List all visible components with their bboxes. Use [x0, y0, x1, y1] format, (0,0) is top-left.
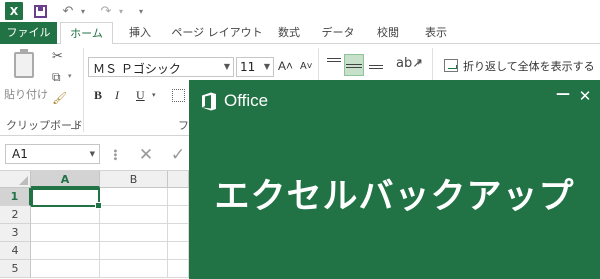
- office-splash-panel: Office — ✕ エクセルバックアップ: [189, 80, 600, 279]
- orientation-icon[interactable]: ab↗: [396, 56, 423, 72]
- cell-a5[interactable]: [31, 260, 100, 278]
- copy-dropdown-icon[interactable]: ▾: [68, 72, 72, 80]
- cell-c4[interactable]: [168, 242, 189, 260]
- paste-button[interactable]: 貼り付け: [4, 48, 48, 112]
- grow-font-icon[interactable]: A˄: [278, 59, 294, 75]
- grow-font-label: A: [278, 59, 287, 73]
- cell-c1[interactable]: [168, 188, 189, 206]
- minimize-icon[interactable]: —: [556, 87, 570, 103]
- save-icon[interactable]: [32, 2, 48, 20]
- clipboard-launcher-icon[interactable]: [71, 121, 79, 129]
- font-size-select[interactable]: 11 ▼: [236, 57, 274, 77]
- chevron-down-icon: ▼: [263, 62, 270, 71]
- name-box-value: A1: [12, 147, 28, 161]
- wrap-text-label: 折り返して全体を表示する: [463, 60, 595, 73]
- ribbon-tabs: ファイル ホーム 挿入 ページ レイアウト 数式 データ 校閲 表示: [0, 22, 600, 45]
- wrap-text-icon: [444, 59, 458, 72]
- align-middle-icon[interactable]: [344, 54, 364, 76]
- close-icon[interactable]: ✕: [578, 89, 592, 104]
- cell-c3[interactable]: [168, 224, 189, 242]
- italic-button[interactable]: I: [115, 88, 129, 103]
- row-header-2[interactable]: 2: [0, 206, 31, 224]
- cell-b4[interactable]: [100, 242, 168, 260]
- redo-icon[interactable]: ↷: [98, 2, 114, 20]
- row-header-5[interactable]: 5: [0, 260, 31, 278]
- tab-view[interactable]: 表示: [418, 22, 454, 44]
- borders-icon[interactable]: [172, 89, 185, 102]
- quick-access-toolbar: X ↶ ▾ ↷ ▾ ▾: [0, 0, 600, 22]
- excel-logo-icon[interactable]: X: [5, 2, 23, 20]
- column-header-b[interactable]: B: [100, 171, 168, 188]
- orientation-dropdown-icon[interactable]: ▾: [417, 59, 421, 67]
- tab-insert[interactable]: 挿入: [118, 22, 162, 44]
- cancel-icon[interactable]: ✕: [136, 145, 156, 165]
- tab-data[interactable]: データ: [316, 22, 360, 44]
- tab-file[interactable]: ファイル: [0, 22, 57, 44]
- customize-qat-icon[interactable]: ▾: [135, 2, 147, 20]
- undo-dropdown-icon[interactable]: ▾: [78, 2, 88, 20]
- font-name-select[interactable]: ＭＳ Ｐゴシック ▼: [88, 57, 234, 77]
- cut-icon[interactable]: ✂: [52, 49, 66, 64]
- column-header-a[interactable]: A: [31, 171, 100, 188]
- group-divider: [83, 48, 84, 132]
- column-header-c[interactable]: [168, 171, 189, 188]
- enter-icon[interactable]: ✓: [168, 145, 188, 165]
- font-size-value: 11: [240, 60, 256, 74]
- bold-button[interactable]: B: [94, 88, 108, 103]
- clipboard-icon: [14, 49, 34, 78]
- underline-dropdown-icon[interactable]: ▾: [152, 91, 156, 99]
- format-painter-icon[interactable]: 🖌: [52, 91, 67, 105]
- row-header-1[interactable]: 1: [0, 188, 31, 206]
- row-header-3[interactable]: 3: [0, 224, 31, 242]
- redo-dropdown-icon[interactable]: ▾: [116, 2, 126, 20]
- paste-label: 貼り付け: [4, 88, 48, 101]
- cell-b1[interactable]: [100, 188, 168, 206]
- cell-b3[interactable]: [100, 224, 168, 242]
- font-group-label: フ: [178, 119, 189, 132]
- shrink-font-label: A: [300, 61, 307, 72]
- tab-home[interactable]: ホーム: [60, 22, 113, 45]
- office-brand-label: Office: [224, 91, 269, 110]
- office-logo-icon: [202, 92, 216, 111]
- active-cell-a1[interactable]: [31, 188, 102, 209]
- panel-headline: エクセルバックアップ: [214, 176, 575, 217]
- cell-b2[interactable]: [100, 206, 168, 224]
- tab-review[interactable]: 校閲: [368, 22, 408, 44]
- tab-page-layout[interactable]: ページ レイアウト: [168, 22, 266, 44]
- cell-c5[interactable]: [168, 260, 189, 278]
- cell-a2[interactable]: [31, 206, 100, 224]
- undo-icon[interactable]: ↶: [60, 2, 76, 20]
- formula-bar-grip-icon[interactable]: •••: [109, 148, 120, 160]
- align-top-icon[interactable]: [326, 56, 342, 70]
- font-name-value: ＭＳ Ｐゴシック: [93, 62, 181, 76]
- chevron-down-icon: ▼: [223, 62, 230, 71]
- align-bottom-icon[interactable]: [368, 56, 384, 70]
- cell-c2[interactable]: [168, 206, 189, 224]
- select-all-button[interactable]: [0, 171, 31, 188]
- row-header-4[interactable]: 4: [0, 242, 31, 260]
- shrink-font-icon[interactable]: A˅: [300, 61, 314, 75]
- cell-a4[interactable]: [31, 242, 100, 260]
- name-box[interactable]: A1 ▼: [5, 144, 100, 164]
- cell-b5[interactable]: [100, 260, 168, 278]
- copy-icon[interactable]: ⧉: [52, 70, 68, 84]
- tab-formulas[interactable]: 数式: [270, 22, 308, 44]
- chevron-down-icon: ▼: [89, 150, 95, 158]
- cell-a3[interactable]: [31, 224, 100, 242]
- underline-button[interactable]: U: [136, 88, 150, 103]
